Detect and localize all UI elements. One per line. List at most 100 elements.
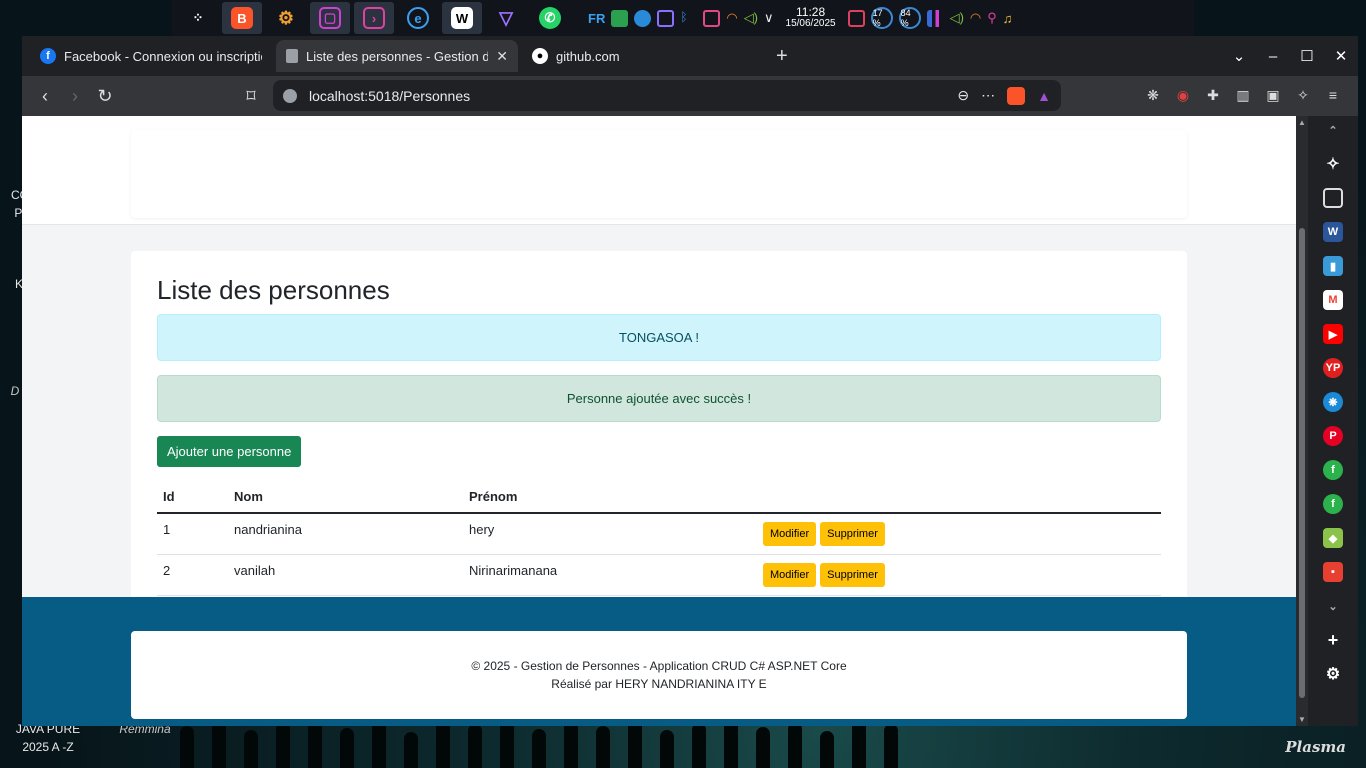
scrollbar-thumb[interactable] xyxy=(1299,228,1305,698)
search-icon[interactable]: ⚲ xyxy=(987,10,997,26)
proton-vpn-icon[interactable]: ▽ xyxy=(486,2,526,34)
footer-copyright: © 2025 - Gestion de Personnes - Applicat… xyxy=(471,659,847,673)
wallet-icon[interactable] xyxy=(1323,188,1343,208)
plasma-logo: Plasma xyxy=(1285,738,1346,756)
desktop-icon-label[interactable]: D xyxy=(10,382,20,400)
brave-rewards-icon[interactable]: ▲ xyxy=(1037,88,1051,104)
delete-button[interactable]: Supprimer xyxy=(820,522,885,546)
vpn-icon[interactable] xyxy=(611,9,629,27)
scroll-up-icon[interactable]: ▲ xyxy=(1296,118,1308,127)
tab-personnes[interactable]: Liste des personnes - Gestion de Personn… xyxy=(276,40,518,72)
app-launcher-icon[interactable]: ⁘ xyxy=(178,2,218,34)
chevron-down-icon[interactable]: ⌄ xyxy=(1323,596,1343,616)
close-icon[interactable]: ✕ xyxy=(1324,47,1358,65)
taskbar: ⁘ B ⚙ ▢ › e W ▽ ✆ FR ᛒ ◠ ◁) ∨ 11:28 15/06… xyxy=(172,0,1194,36)
wallet-icon[interactable]: ▣ xyxy=(1262,84,1284,106)
tab-facebook[interactable]: f Facebook - Connexion ou inscription xyxy=(30,40,272,72)
footer-author: Réalisé par HERY NANDRIANINA ITY E xyxy=(551,677,767,691)
close-tab-icon[interactable]: ✕ xyxy=(496,48,508,65)
cell-nom: vanilah xyxy=(228,554,463,596)
reload-icon[interactable]: ↻ xyxy=(90,81,120,111)
sync-icon[interactable] xyxy=(634,9,652,27)
zoom-icon[interactable]: ⊖ xyxy=(957,87,969,104)
page-title: Liste des personnes xyxy=(157,275,390,305)
footer-card: © 2025 - Gestion de Personnes - Applicat… xyxy=(131,631,1187,719)
leo-ai-icon[interactable]: ✧ xyxy=(1292,84,1314,106)
bluetooth-icon[interactable]: ᛒ xyxy=(680,10,697,27)
volume-icon[interactable]: ◁) xyxy=(744,10,758,26)
youtube-icon[interactable]: ▶ xyxy=(1323,324,1343,344)
persons-table: Id Nom Prénom 1 nandrianina hery Modifie… xyxy=(157,481,1161,596)
wifi-signal-icon[interactable]: ◠ xyxy=(970,10,981,26)
settings-icon[interactable]: ⚙ xyxy=(266,2,306,34)
info-alert: TONGASOA ! xyxy=(157,314,1161,361)
bookmark-app-icon[interactable]: ▮ xyxy=(1323,256,1343,276)
speaker-icon[interactable]: ◁) xyxy=(950,10,964,26)
info-icon[interactable] xyxy=(283,88,297,103)
brave-sidebar: ⌃ ✧ W ▮ M ▶ YP ❋ P f f ◆ ▪ ⌄ + ⚙ xyxy=(1308,116,1358,726)
column-header-actions xyxy=(757,481,1161,514)
file-manager-icon[interactable]: ▢ xyxy=(310,2,350,34)
brave-browser-icon[interactable]: B xyxy=(222,2,262,34)
menu-icon[interactable]: ≡ xyxy=(1322,84,1344,106)
edit-button[interactable]: Modifier xyxy=(763,563,817,587)
pinterest-icon[interactable]: P xyxy=(1323,426,1343,446)
add-person-button[interactable]: Ajouter une personne xyxy=(157,436,302,467)
settings-icon[interactable]: ⚙ xyxy=(1323,664,1343,684)
app-icon[interactable]: ▪ xyxy=(1323,562,1343,582)
edit-button[interactable]: Modifier xyxy=(763,522,817,546)
feedly-icon[interactable]: f xyxy=(1323,460,1343,480)
leo-ai-icon[interactable]: ✧ xyxy=(1323,154,1343,174)
chevron-down-icon[interactable]: ∨ xyxy=(764,10,774,26)
whatsapp-icon[interactable]: ✆ xyxy=(530,2,570,34)
forward-icon[interactable]: › xyxy=(60,81,90,111)
tablet-icon[interactable] xyxy=(847,9,865,27)
word-icon[interactable]: W xyxy=(1323,222,1343,242)
column-header-id: Id xyxy=(157,481,228,514)
extension-icon[interactable]: ◉ xyxy=(1172,84,1194,106)
url-text[interactable]: localhost:5018/Personnes xyxy=(309,88,945,104)
memory-usage[interactable]: 84 % xyxy=(898,7,921,29)
keyboard-layout[interactable]: FR xyxy=(588,11,605,26)
sidebar-icon[interactable]: ▥ xyxy=(1232,84,1254,106)
clock[interactable]: 11:28 15/06/2025 xyxy=(786,6,836,30)
window-controls: ⌄ – ☐ ✕ xyxy=(1222,36,1358,76)
extensions-icon[interactable]: ✚ xyxy=(1202,84,1224,106)
feedly-icon[interactable]: f xyxy=(1323,494,1343,514)
new-tab-button[interactable]: + xyxy=(776,45,788,68)
clipboard-icon[interactable] xyxy=(657,9,675,27)
chatgpt-icon[interactable]: ❋ xyxy=(1323,392,1343,412)
bookmark-icon[interactable]: ⌑ xyxy=(236,81,266,111)
page-footer: © 2025 - Gestion de Personnes - Applicat… xyxy=(22,597,1296,726)
chevron-up-icon[interactable]: ⌃ xyxy=(1323,120,1343,140)
delete-button[interactable]: Supprimer xyxy=(820,563,885,587)
brave-shields-icon[interactable] xyxy=(1007,86,1026,105)
tab-github[interactable]: ● github.com xyxy=(522,40,764,72)
scroll-down-icon[interactable]: ▼ xyxy=(1296,715,1308,724)
wps-icon[interactable]: W xyxy=(442,2,482,34)
minimize-icon[interactable]: – xyxy=(1256,48,1290,65)
terminal-icon[interactable]: › xyxy=(354,2,394,34)
share-icon[interactable]: ⋯ xyxy=(981,87,995,104)
maps-icon[interactable]: ◆ xyxy=(1323,528,1343,548)
gmail-icon[interactable]: M xyxy=(1323,290,1343,310)
wifi-icon[interactable]: ◠ xyxy=(726,10,737,26)
cpu-usage[interactable]: 17 % xyxy=(870,7,893,29)
address-bar[interactable]: localhost:5018/Personnes ⊖ ⋯ ▲ xyxy=(273,80,1061,111)
network-monitor-icon[interactable] xyxy=(926,9,944,27)
back-icon[interactable]: ‹ xyxy=(30,81,60,111)
cell-id: 2 xyxy=(157,554,228,596)
usb-icon[interactable] xyxy=(703,9,721,27)
app-icon[interactable]: e xyxy=(398,2,438,34)
yp-icon[interactable]: YP xyxy=(1323,358,1343,378)
page-viewport: Liste des personnes TONGASOA ! Personne … xyxy=(22,116,1296,726)
add-icon[interactable]: + xyxy=(1323,630,1343,650)
page-scrollbar[interactable]: ▲ ▼ xyxy=(1296,116,1308,726)
browser-window: f Facebook - Connexion ou inscription Li… xyxy=(22,36,1358,726)
chatgpt-extension-icon[interactable]: ❋ xyxy=(1142,84,1164,106)
cell-actions: Modifier Supprimer xyxy=(757,513,1161,555)
tab-search-chevron-icon[interactable]: ⌄ xyxy=(1222,47,1256,65)
bell-icon[interactable]: ♫ xyxy=(1003,11,1013,26)
github-icon: ● xyxy=(532,48,548,64)
maximize-icon[interactable]: ☐ xyxy=(1290,47,1324,65)
